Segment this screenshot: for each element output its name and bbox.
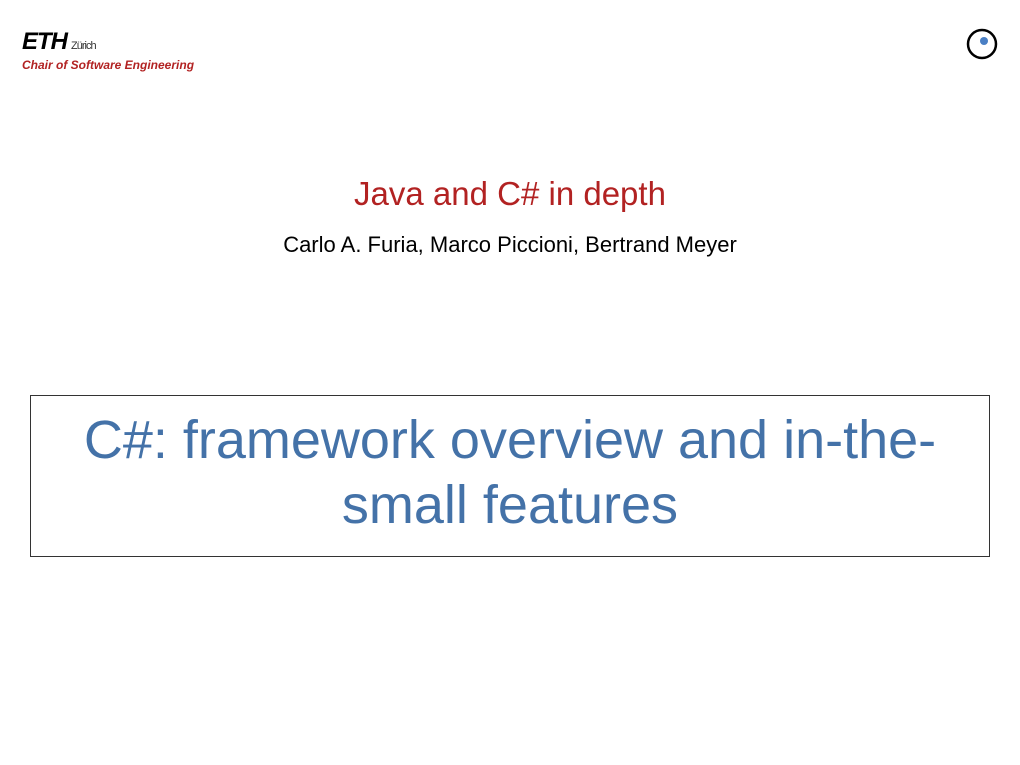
course-title: Java and C# in depth (0, 175, 1020, 213)
authors: Carlo A. Furia, Marco Piccioni, Bertrand… (0, 232, 1020, 258)
eth-logo-text: ETH Zürich (22, 28, 194, 56)
circle-icon (966, 28, 998, 60)
lecture-title-box: C#: framework overview and in-the-small … (30, 395, 990, 557)
slide-header: ETH Zürich Chair of Software Engineering (22, 28, 998, 72)
chair-label: Chair of Software Engineering (22, 58, 194, 72)
eth-main: ETH (22, 28, 67, 56)
lecture-title: C#: framework overview and in-the-small … (51, 408, 969, 538)
eth-logo: ETH Zürich Chair of Software Engineering (22, 28, 194, 72)
eth-zurich: Zürich (71, 40, 96, 52)
